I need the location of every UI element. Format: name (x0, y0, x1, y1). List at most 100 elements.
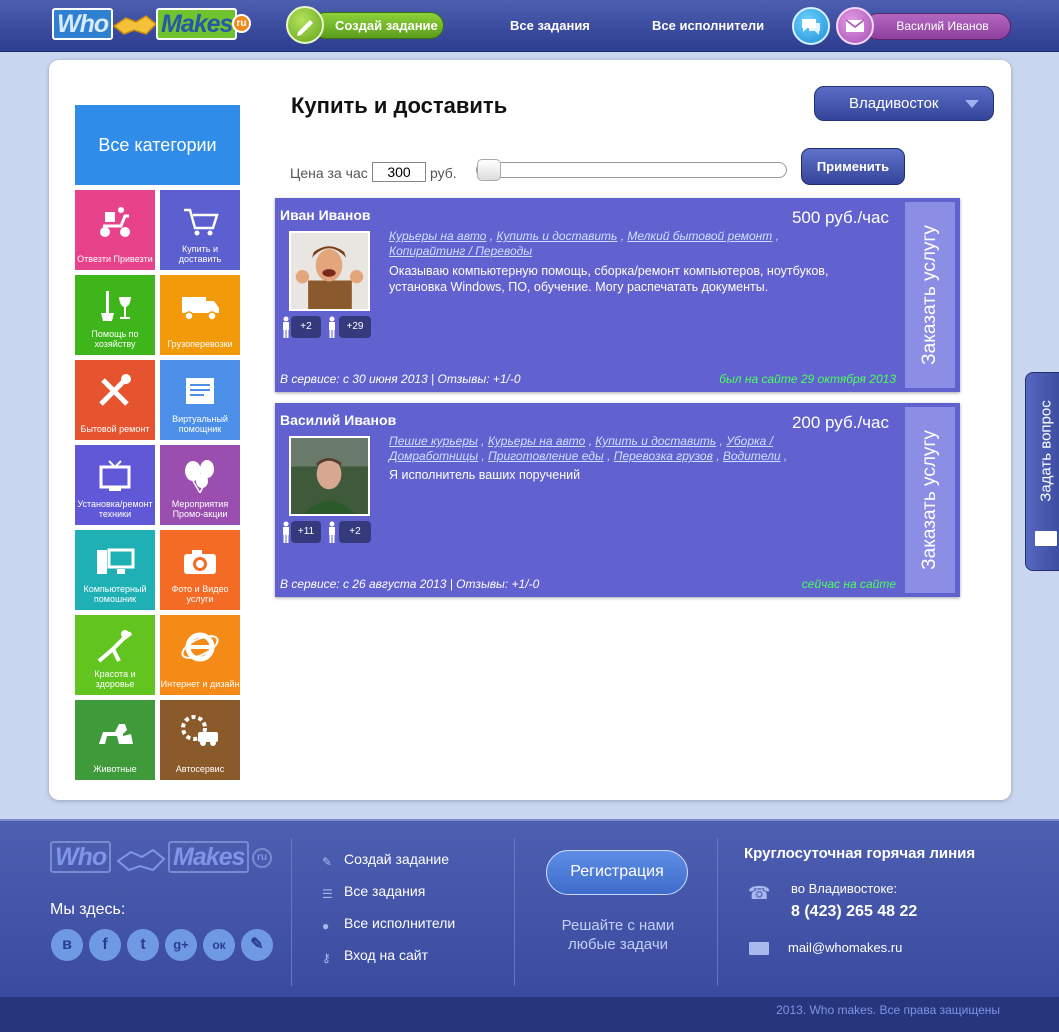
executor-last-seen: был на сайте 29 октября 2013 (719, 372, 896, 386)
category-tile-label: Купить и доставить (178, 244, 222, 264)
pencil-icon: ✎ (322, 855, 333, 869)
footer-logo[interactable]: Who Makes ru (50, 838, 275, 882)
twitter-icon[interactable]: t (127, 929, 159, 961)
category-link[interactable]: Водители (723, 449, 781, 463)
positive-person-icon (283, 521, 289, 543)
footer-link-all-executors[interactable]: ● Все исполнители (322, 915, 455, 933)
odnoklassniki-icon[interactable]: ок (203, 929, 235, 961)
category-tile[interactable]: Красота и здоровье (75, 615, 155, 695)
handshake-icon (112, 15, 158, 35)
category-link[interactable]: Купить и доставить (595, 434, 716, 448)
category-tile-label: Автосервис (175, 764, 225, 774)
category-link[interactable]: Курьеры на авто (389, 229, 486, 243)
ask-question-tab[interactable]: Задать вопрос (1025, 372, 1059, 571)
negative-person-icon (329, 521, 335, 543)
category-tile[interactable]: Купить и доставить (160, 190, 240, 270)
category-tile-label: Виртуальный помощник (172, 414, 228, 434)
logo-makes: Makes (156, 8, 238, 40)
page-title: Купить и доставить (291, 93, 508, 118)
footer-link-login[interactable]: ⚷ Вход на сайт (322, 947, 428, 965)
tools-icon (99, 374, 131, 406)
category-tile-label: Бытовой ремонт (80, 424, 150, 434)
hotline-phone[interactable]: 8 (423) 265 48 22 (791, 903, 917, 921)
user-menu-button[interactable]: Василий Иванов (836, 7, 1012, 45)
livejournal-icon[interactable]: ✎ (241, 929, 273, 961)
logo-ru: ru (252, 848, 272, 868)
ask-question-label: Задать вопрос (1037, 400, 1055, 502)
negative-count: +29 (339, 316, 371, 338)
category-tile[interactable]: Фото и Видео услуги (160, 530, 240, 610)
logo-who: Who (50, 841, 112, 873)
hotline-title: Круглосуточная горячая линия (744, 845, 976, 862)
category-link[interactable]: Копирайтинг / Переводы (389, 244, 532, 258)
category-link[interactable]: Мелкий бытовой ремонт (627, 229, 772, 243)
price-slider[interactable] (476, 159, 787, 181)
category-tile-label: Помощь по хозяйству (91, 329, 139, 349)
footer-link-label: Создай задание (344, 851, 450, 867)
city-value: Владивосток (849, 95, 939, 112)
footer-link-all-tasks[interactable]: ☰ Все задания (322, 883, 425, 901)
category-tile[interactable]: Отвезти Привезти (75, 190, 155, 270)
chat-icon[interactable] (792, 7, 830, 45)
executor-photo[interactable] (289, 231, 370, 311)
tv-icon (99, 460, 131, 491)
order-service-button[interactable]: Заказать услугу (905, 202, 955, 388)
facebook-icon[interactable]: f (89, 929, 121, 961)
positive-count: +2 (291, 316, 321, 338)
slider-handle[interactable] (477, 159, 501, 181)
negative-person-icon (329, 316, 335, 338)
executor-description: Оказываю компьютерную помощь, сборка/рем… (389, 264, 829, 294)
category-link[interactable]: Перевозка грузов (614, 449, 713, 463)
nav-all-tasks[interactable]: Все задания (510, 18, 590, 33)
key-icon: ⚷ (322, 951, 331, 965)
executor-card: Василий Иванов 200 руб./час Пешие курьер… (275, 403, 960, 597)
category-tile[interactable]: Интернет и дизайн (160, 615, 240, 695)
category-tile[interactable]: Компьютерный помошник (75, 530, 155, 610)
executor-photo[interactable] (289, 436, 370, 516)
order-service-button[interactable]: Заказать услугу (905, 407, 955, 593)
executor-name[interactable]: Иван Иванов (280, 207, 371, 223)
footer-link-create-task[interactable]: ✎ Создай задание (322, 851, 449, 869)
category-link[interactable]: Пешие курьеры (389, 434, 478, 448)
register-button[interactable]: Регистрация (546, 850, 688, 895)
executor-name[interactable]: Василий Иванов (280, 412, 396, 428)
logo-who: Who (52, 8, 114, 40)
footer-link-label: Все исполнители (344, 915, 456, 931)
hotline-city: во Владивостоке: (791, 881, 898, 896)
footer-divider (514, 838, 515, 986)
category-link[interactable]: Курьеры на авто (488, 434, 585, 448)
category-link[interactable]: Купить и доставить (496, 229, 617, 243)
category-tile[interactable]: Виртуальный помощник (160, 360, 240, 440)
category-tile[interactable]: Помощь по хозяйству (75, 275, 155, 355)
apply-button[interactable]: Применить (801, 148, 905, 185)
create-task-button[interactable]: Создай задание (286, 6, 446, 44)
category-tile-label: Животные (93, 764, 137, 774)
category-tile[interactable]: Мероприятия Промо-акции (160, 445, 240, 525)
positive-count: +11 (291, 521, 321, 543)
nav-all-executors[interactable]: Все исполнители (652, 18, 764, 33)
pencil-icon (286, 6, 324, 44)
all-categories-button[interactable]: Все категории (75, 105, 240, 185)
camera-icon (184, 550, 216, 574)
copyright: 2013. Who makes. Все права защищены (776, 1003, 1000, 1017)
we-are-here-label: Мы здесь: (50, 901, 126, 918)
envelope-icon (836, 7, 874, 45)
category-tile-label: Фото и Видео услуги (171, 584, 229, 604)
footer-divider (291, 838, 292, 986)
city-select[interactable]: Владивосток (814, 86, 994, 121)
executor-since: В сервисе: с 26 августа 2013 | Отзывы: +… (280, 577, 540, 591)
category-tile[interactable]: Автосервис (160, 700, 240, 780)
category-tile-label: Красота и здоровье (94, 669, 136, 689)
category-tile[interactable]: Установка/ремонт техники (75, 445, 155, 525)
vk-icon[interactable]: в (51, 929, 83, 961)
footer-link-label: Вход на сайт (344, 947, 428, 963)
category-tile[interactable]: Бытовой ремонт (75, 360, 155, 440)
logo-ru: ru (232, 14, 251, 33)
category-tile[interactable]: Животные (75, 700, 155, 780)
site-logo[interactable]: Who Makes ru (52, 6, 252, 46)
category-link[interactable]: Приготовление еды (488, 449, 604, 463)
category-tile[interactable]: Грузоперевозки (160, 275, 240, 355)
google-plus-icon[interactable]: g+ (165, 929, 197, 961)
contact-email[interactable]: mail@whomakes.ru (788, 940, 902, 955)
price-input[interactable] (372, 162, 426, 182)
